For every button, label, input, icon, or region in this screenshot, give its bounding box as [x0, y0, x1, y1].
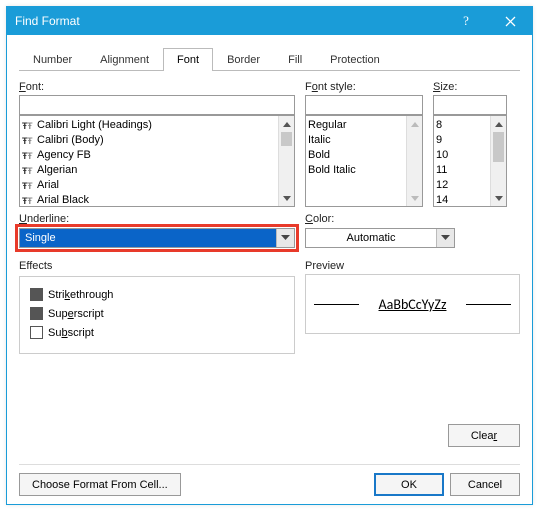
dialog-title: Find Format	[15, 14, 444, 28]
font-style-label: Font style:	[305, 81, 423, 93]
font-style-input[interactable]	[305, 95, 423, 115]
svg-text:Ŧ: Ŧ	[27, 151, 33, 161]
svg-text:Ŧ: Ŧ	[27, 121, 33, 131]
dialog-buttons: Choose Format From Cell... OK Cancel	[7, 465, 532, 504]
checkbox-icon	[30, 288, 43, 301]
size-item[interactable]: 14	[436, 192, 488, 207]
chevron-down-icon[interactable]	[436, 229, 454, 247]
font-item[interactable]: ŦŦ Calibri (Body)	[22, 132, 276, 147]
scroll-up-icon[interactable]	[491, 116, 506, 132]
clear-button[interactable]: Clear	[448, 424, 520, 447]
subscript-checkbox[interactable]: Subscript	[30, 323, 284, 342]
color-combo[interactable]: Automatic	[305, 228, 455, 248]
titlebar: Find Format ?	[7, 7, 532, 35]
cancel-button[interactable]: Cancel	[450, 473, 520, 496]
effects-group: Strikethrough Superscript Subscript	[19, 276, 295, 354]
tab-protection[interactable]: Protection	[316, 48, 394, 71]
help-button[interactable]: ?	[444, 7, 488, 35]
svg-text:Ŧ: Ŧ	[27, 196, 33, 206]
truetype-icon: ŦŦ	[22, 134, 34, 146]
underline-label: Underline:	[19, 213, 295, 225]
style-item[interactable]: Italic	[308, 132, 404, 147]
scroll-down-icon[interactable]	[491, 190, 506, 206]
font-item[interactable]: ŦŦ Calibri Light (Headings)	[22, 117, 276, 132]
scroll-down-icon[interactable]	[279, 190, 294, 206]
font-style-listbox[interactable]: Regular Italic Bold Bold Italic	[305, 115, 423, 207]
choose-format-from-cell-button[interactable]: Choose Format From Cell...	[19, 473, 181, 496]
scrollbar[interactable]	[278, 116, 294, 206]
close-button[interactable]	[488, 7, 532, 35]
scroll-up-icon[interactable]	[407, 116, 422, 132]
size-item[interactable]: 9	[436, 132, 488, 147]
svg-text:Ŧ: Ŧ	[27, 181, 33, 191]
style-item[interactable]: Regular	[308, 117, 404, 132]
size-listbox[interactable]: 8 9 10 11 12 14	[433, 115, 507, 207]
scrollbar[interactable]	[406, 116, 422, 206]
size-item[interactable]: 11	[436, 162, 488, 177]
color-label: Color:	[305, 213, 455, 225]
font-item[interactable]: ŦŦ Arial Black	[22, 192, 276, 207]
svg-text:Ŧ: Ŧ	[27, 136, 33, 146]
font-item[interactable]: ŦŦ Algerian	[22, 162, 276, 177]
tab-number[interactable]: Number	[19, 48, 86, 71]
tab-fill[interactable]: Fill	[274, 48, 316, 71]
truetype-icon: ŦŦ	[22, 164, 34, 176]
truetype-icon: ŦŦ	[22, 149, 34, 161]
preview-text: AaBbCcYyZz	[379, 296, 447, 313]
checkbox-icon	[30, 307, 43, 320]
font-label: Font:	[19, 81, 295, 93]
svg-text:Ŧ: Ŧ	[27, 166, 33, 176]
checkbox-icon	[30, 326, 43, 339]
scroll-down-icon[interactable]	[407, 190, 422, 206]
underline-value: Single	[20, 229, 276, 247]
scrollbar[interactable]	[490, 116, 506, 206]
strikethrough-checkbox[interactable]: Strikethrough	[30, 285, 284, 304]
tab-font[interactable]: Font	[163, 48, 213, 71]
tab-bar: Number Alignment Font Border Fill Protec…	[19, 47, 520, 71]
ok-button[interactable]: OK	[374, 473, 444, 496]
font-listbox[interactable]: ŦŦ Calibri Light (Headings) ŦŦ Calibri (…	[19, 115, 295, 207]
style-item[interactable]: Bold	[308, 147, 404, 162]
size-label: Size:	[433, 81, 507, 93]
truetype-icon: ŦŦ	[22, 179, 34, 191]
size-item[interactable]: 8	[436, 117, 488, 132]
find-format-dialog: Find Format ? Number Alignment Font Bord…	[6, 6, 533, 505]
font-item[interactable]: ŦŦ Arial	[22, 177, 276, 192]
size-item[interactable]: 10	[436, 147, 488, 162]
scroll-up-icon[interactable]	[279, 116, 294, 132]
superscript-checkbox[interactable]: Superscript	[30, 304, 284, 323]
font-item[interactable]: ŦŦ Agency FB	[22, 147, 276, 162]
tab-alignment[interactable]: Alignment	[86, 48, 163, 71]
tab-border[interactable]: Border	[213, 48, 274, 71]
preview-label: Preview	[305, 260, 520, 272]
size-input[interactable]	[433, 95, 507, 115]
font-input[interactable]	[19, 95, 295, 115]
size-item[interactable]: 12	[436, 177, 488, 192]
preview-box: AaBbCcYyZz	[305, 274, 520, 334]
truetype-icon: ŦŦ	[22, 194, 34, 206]
style-item[interactable]: Bold Italic	[308, 162, 404, 177]
effects-label: Effects	[19, 260, 295, 272]
color-value: Automatic	[306, 229, 436, 247]
chevron-down-icon[interactable]	[276, 229, 294, 247]
truetype-icon: ŦŦ	[22, 119, 34, 131]
underline-combo[interactable]: Single	[19, 228, 295, 248]
